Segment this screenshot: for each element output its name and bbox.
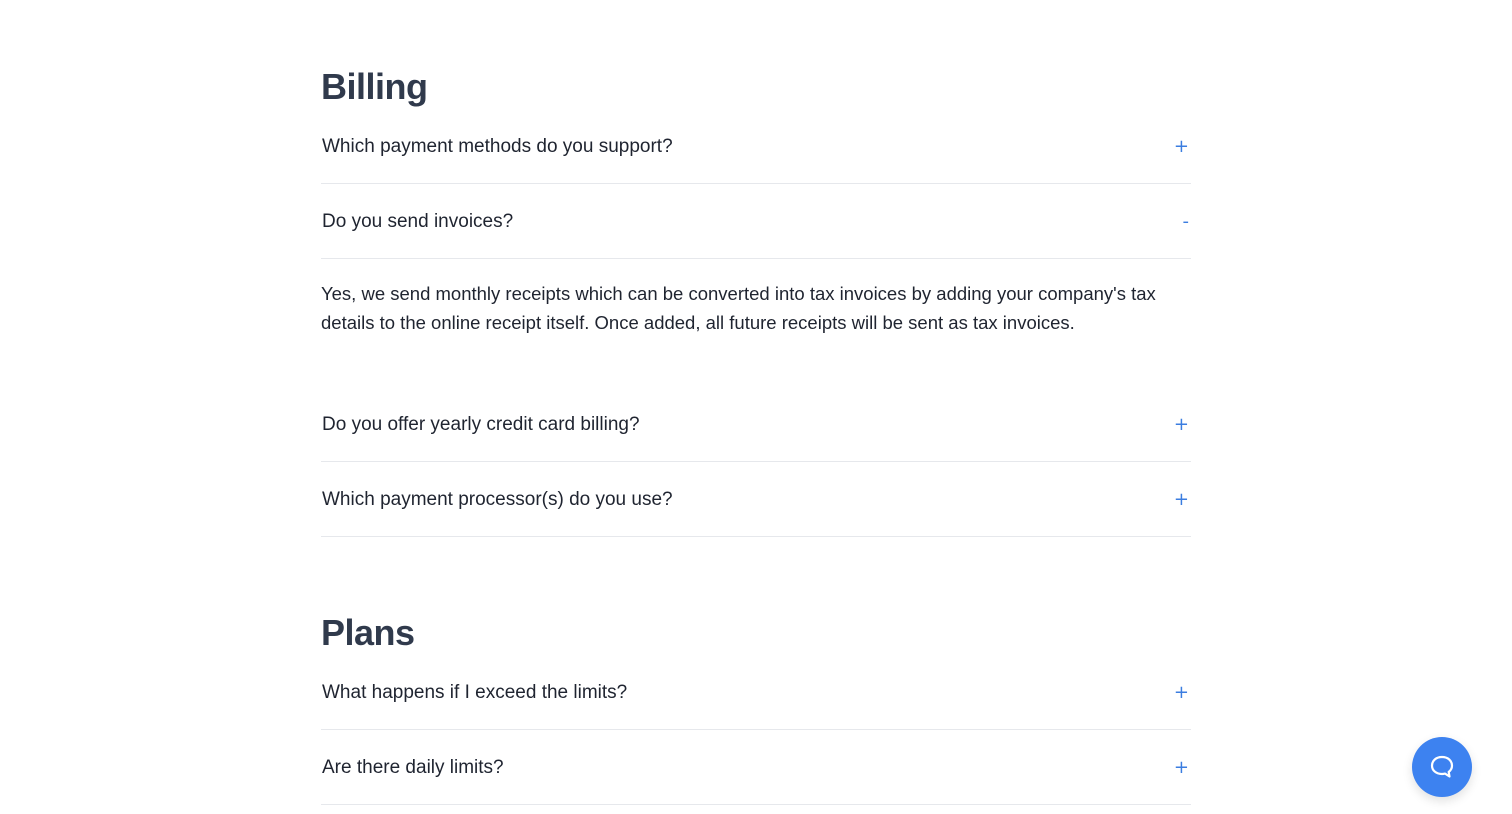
plans-heading: Plans [321,612,415,653]
billing-heading: Billing [321,66,428,107]
minus-icon[interactable]: - [1183,185,1190,258]
faq-item-invoices[interactable]: Do you send invoices? - [321,185,1191,259]
faq-question: What happens if I exceed the limits? [322,681,628,703]
faq-item-yearly-billing[interactable]: Do you offer yearly credit card billing?… [321,388,1191,462]
faq-page: Billing Which payment methods do you sup… [0,0,1512,814]
chat-launcher-button[interactable] [1412,737,1472,797]
faq-item-daily-limits[interactable]: Are there daily limits? + [321,731,1191,805]
plus-icon[interactable]: + [1174,110,1189,183]
plus-icon[interactable]: + [1174,656,1189,729]
faq-item-payment-methods[interactable]: Which payment methods do you support? + [321,110,1191,184]
faq-question: Which payment processor(s) do you use? [322,488,673,510]
faq-item-exceed-limits[interactable]: What happens if I exceed the limits? + [321,656,1191,730]
chat-bubble-icon [1430,755,1454,778]
faq-question: Which payment methods do you support? [322,135,673,157]
faq-question: Are there daily limits? [322,756,504,778]
plus-icon[interactable]: + [1174,731,1189,804]
faq-question: Do you offer yearly credit card billing? [322,413,640,435]
faq-answer-invoices: Yes, we send monthly receipts which can … [321,283,1156,333]
plus-icon[interactable]: + [1174,388,1189,461]
faq-item-payment-processors[interactable]: Which payment processor(s) do you use? + [321,463,1191,537]
plus-icon[interactable]: + [1174,463,1189,536]
faq-question: Do you send invoices? [322,210,514,232]
